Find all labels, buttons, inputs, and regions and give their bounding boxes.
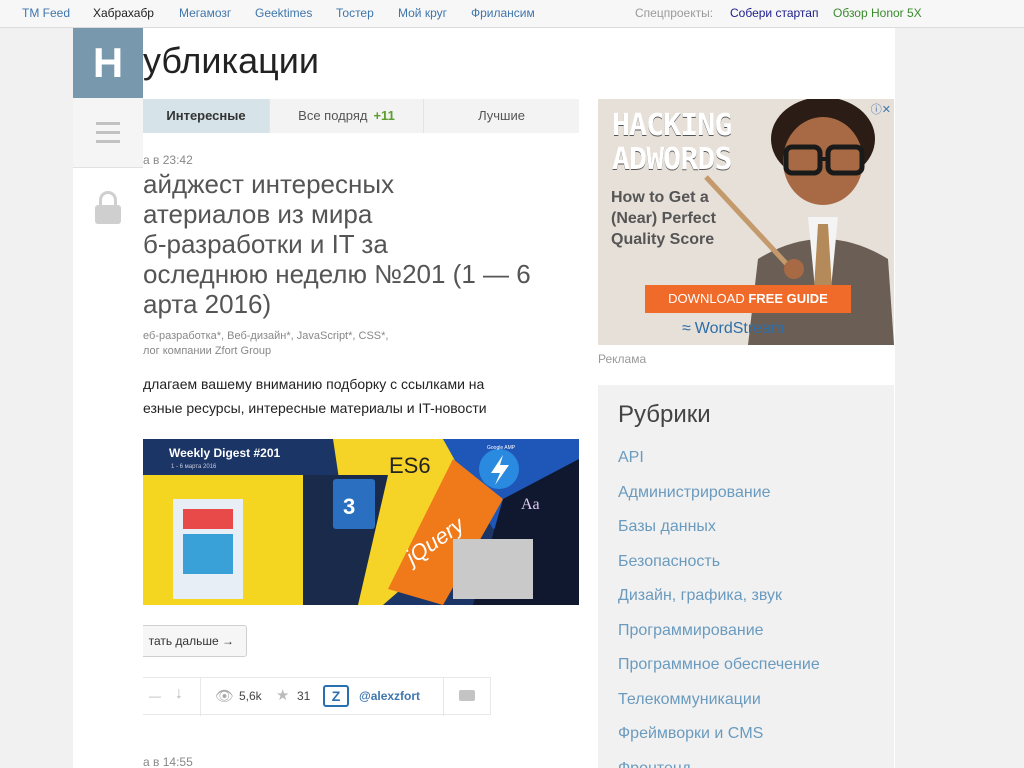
ad-cta-prefix: DOWNLOAD [668,291,749,306]
preview-line: длагаем вашему вниманию подборку с ссылк… [143,376,485,392]
special-link-startup[interactable]: Собери стартап [730,6,818,20]
nav-link-megamozg[interactable]: Мегамозг [179,6,231,20]
banner-aa: Aa [521,496,540,513]
favorites-count: 31 [297,689,311,703]
rubric-link[interactable]: Программное обеспечение [618,656,820,674]
menu-button[interactable] [73,98,143,168]
rubric-link[interactable]: Базы данных [618,518,716,536]
new-count-badge: +11 [373,108,395,123]
tab-label: Лучшие [478,108,525,123]
hub-links[interactable]: еб-разработка*, Веб-дизайн*, JavaScript*… [143,329,583,344]
login-button[interactable] [73,170,143,240]
ad-brand-label: WordStream [694,320,785,337]
preview-line: езные ресурсы, интересные материалы и IT… [143,400,487,416]
post-hubs: еб-разработка*, Веб-дизайн*, JavaScript*… [143,329,583,359]
ad-subtitle: How to Get a (Near) Perfect Quality Scor… [611,189,716,248]
vote-score: — [149,689,161,703]
ad-label: Реклама [598,352,647,366]
ad-close-icon[interactable]: ⓘ✕ [871,101,891,117]
rubric-link[interactable]: Безопасность [618,553,720,571]
special-link-honor[interactable]: Обзор Honor 5X [833,6,922,20]
post-title[interactable]: айджест интересных атериалов из мира б-р… [143,169,583,319]
banner-es6: ES6 [389,453,431,478]
tab-label: Интересные [166,108,246,123]
rubric-link[interactable]: Программирование [618,622,764,640]
tab-best[interactable]: Лучшие [424,99,579,133]
ad-brand: ≈ WordStream [682,320,784,338]
ad-banner[interactable]: HACKING ADWORDS How to Get a (Near) Perf… [598,99,894,345]
star-icon[interactable]: ★ [276,686,289,704]
banner-amp: Google AMP [487,445,516,451]
ad-heading: HACKING ADWORDS [612,108,732,177]
nav-link-freelansim[interactable]: Фрилансим [471,6,535,20]
views-count: 5,6k [239,689,262,703]
next-post-time: а в 14:55 [143,755,193,768]
post-title-line: оследнюю неделю №201 (1 — 6 [143,259,531,289]
post-banner-image[interactable]: 3 Weekly Digest #201 1 - 6 марта 2016 ES… [143,439,579,605]
rubrics-title: Рубрики [618,401,711,428]
nav-link-toster[interactable]: Тостер [336,6,374,20]
nav-link-moi-krug[interactable]: Мой круг [398,6,447,20]
wordstream-wave-icon: ≈ [682,320,691,337]
post-title-line: айджест интересных [143,169,395,199]
svg-text:3: 3 [343,494,355,519]
sidebar-column [73,240,143,768]
stats-cell: 👁 5,6k ★ 31 Z @alexzfort [201,678,491,716]
banner-title: Weekly Digest #201 [169,446,281,460]
nav-link-habrahabr[interactable]: Хабрахабр [93,6,154,20]
post-title-line: б-разработки и IT за [143,229,388,259]
post-time: а в 23:42 [143,153,193,167]
author-link[interactable]: @alexzfort [359,689,420,703]
banner-date: 1 - 6 марта 2016 [171,464,217,470]
rubric-link[interactable]: Администрирование [618,484,771,502]
post-info-panel: — ↓ 👁 5,6k ★ 31 Z @alexzfort [143,677,491,716]
tab-interesting[interactable]: Интересные [143,99,270,133]
read-more-button[interactable]: тать дальше → [130,625,247,657]
downvote-arrow-icon[interactable]: ↓ [175,685,183,703]
habr-logo[interactable]: H [73,28,143,98]
rubric-link[interactable]: API [618,449,644,467]
post-preview-text: длагаем вашему вниманию подборку с ссылк… [143,372,583,420]
page-title: убликации [143,40,319,81]
vote-cell: — ↓ [143,678,201,716]
rubric-link[interactable]: Фронтенд [618,760,691,768]
rubric-link[interactable]: Фреймворки и CMS [618,725,763,743]
company-avatar-icon[interactable]: Z [323,685,349,707]
ad-cta-bold: FREE GUIDE [748,291,828,306]
ad-heading-line: HACKING [612,108,732,143]
tab-label: Все подряд [298,108,368,123]
rubric-link[interactable]: Дизайн, графика, звук [618,587,782,605]
nav-link-geektimes[interactable]: Geektimes [255,6,312,20]
ad-heading-line: ADWORDS [612,142,732,177]
company-blog-link[interactable]: лог компании Zfort Group [143,344,583,359]
top-navbar: TM Feed Хабрахабр Мегамозг Geektimes Тос… [0,0,1024,28]
post-title-line: атериалов из мира [143,199,373,229]
eye-icon: 👁 [215,688,235,705]
tab-all[interactable]: Все подряд +11 [270,99,424,133]
post-title-line: арта 2016) [143,289,272,319]
feed-tabs: Интересные Все подряд +11 Лучшие [143,99,579,133]
comments-icon[interactable] [459,690,475,701]
special-projects-label: Спецпроекты: [635,6,714,20]
ad-download-button[interactable]: DOWNLOAD FREE GUIDE [645,285,851,313]
rubrics-panel: Рубрики API Администрирование Базы данны… [598,385,894,768]
nav-link-tm-feed[interactable]: TM Feed [22,6,70,20]
rubric-link[interactable]: Телекоммуникации [618,691,761,709]
